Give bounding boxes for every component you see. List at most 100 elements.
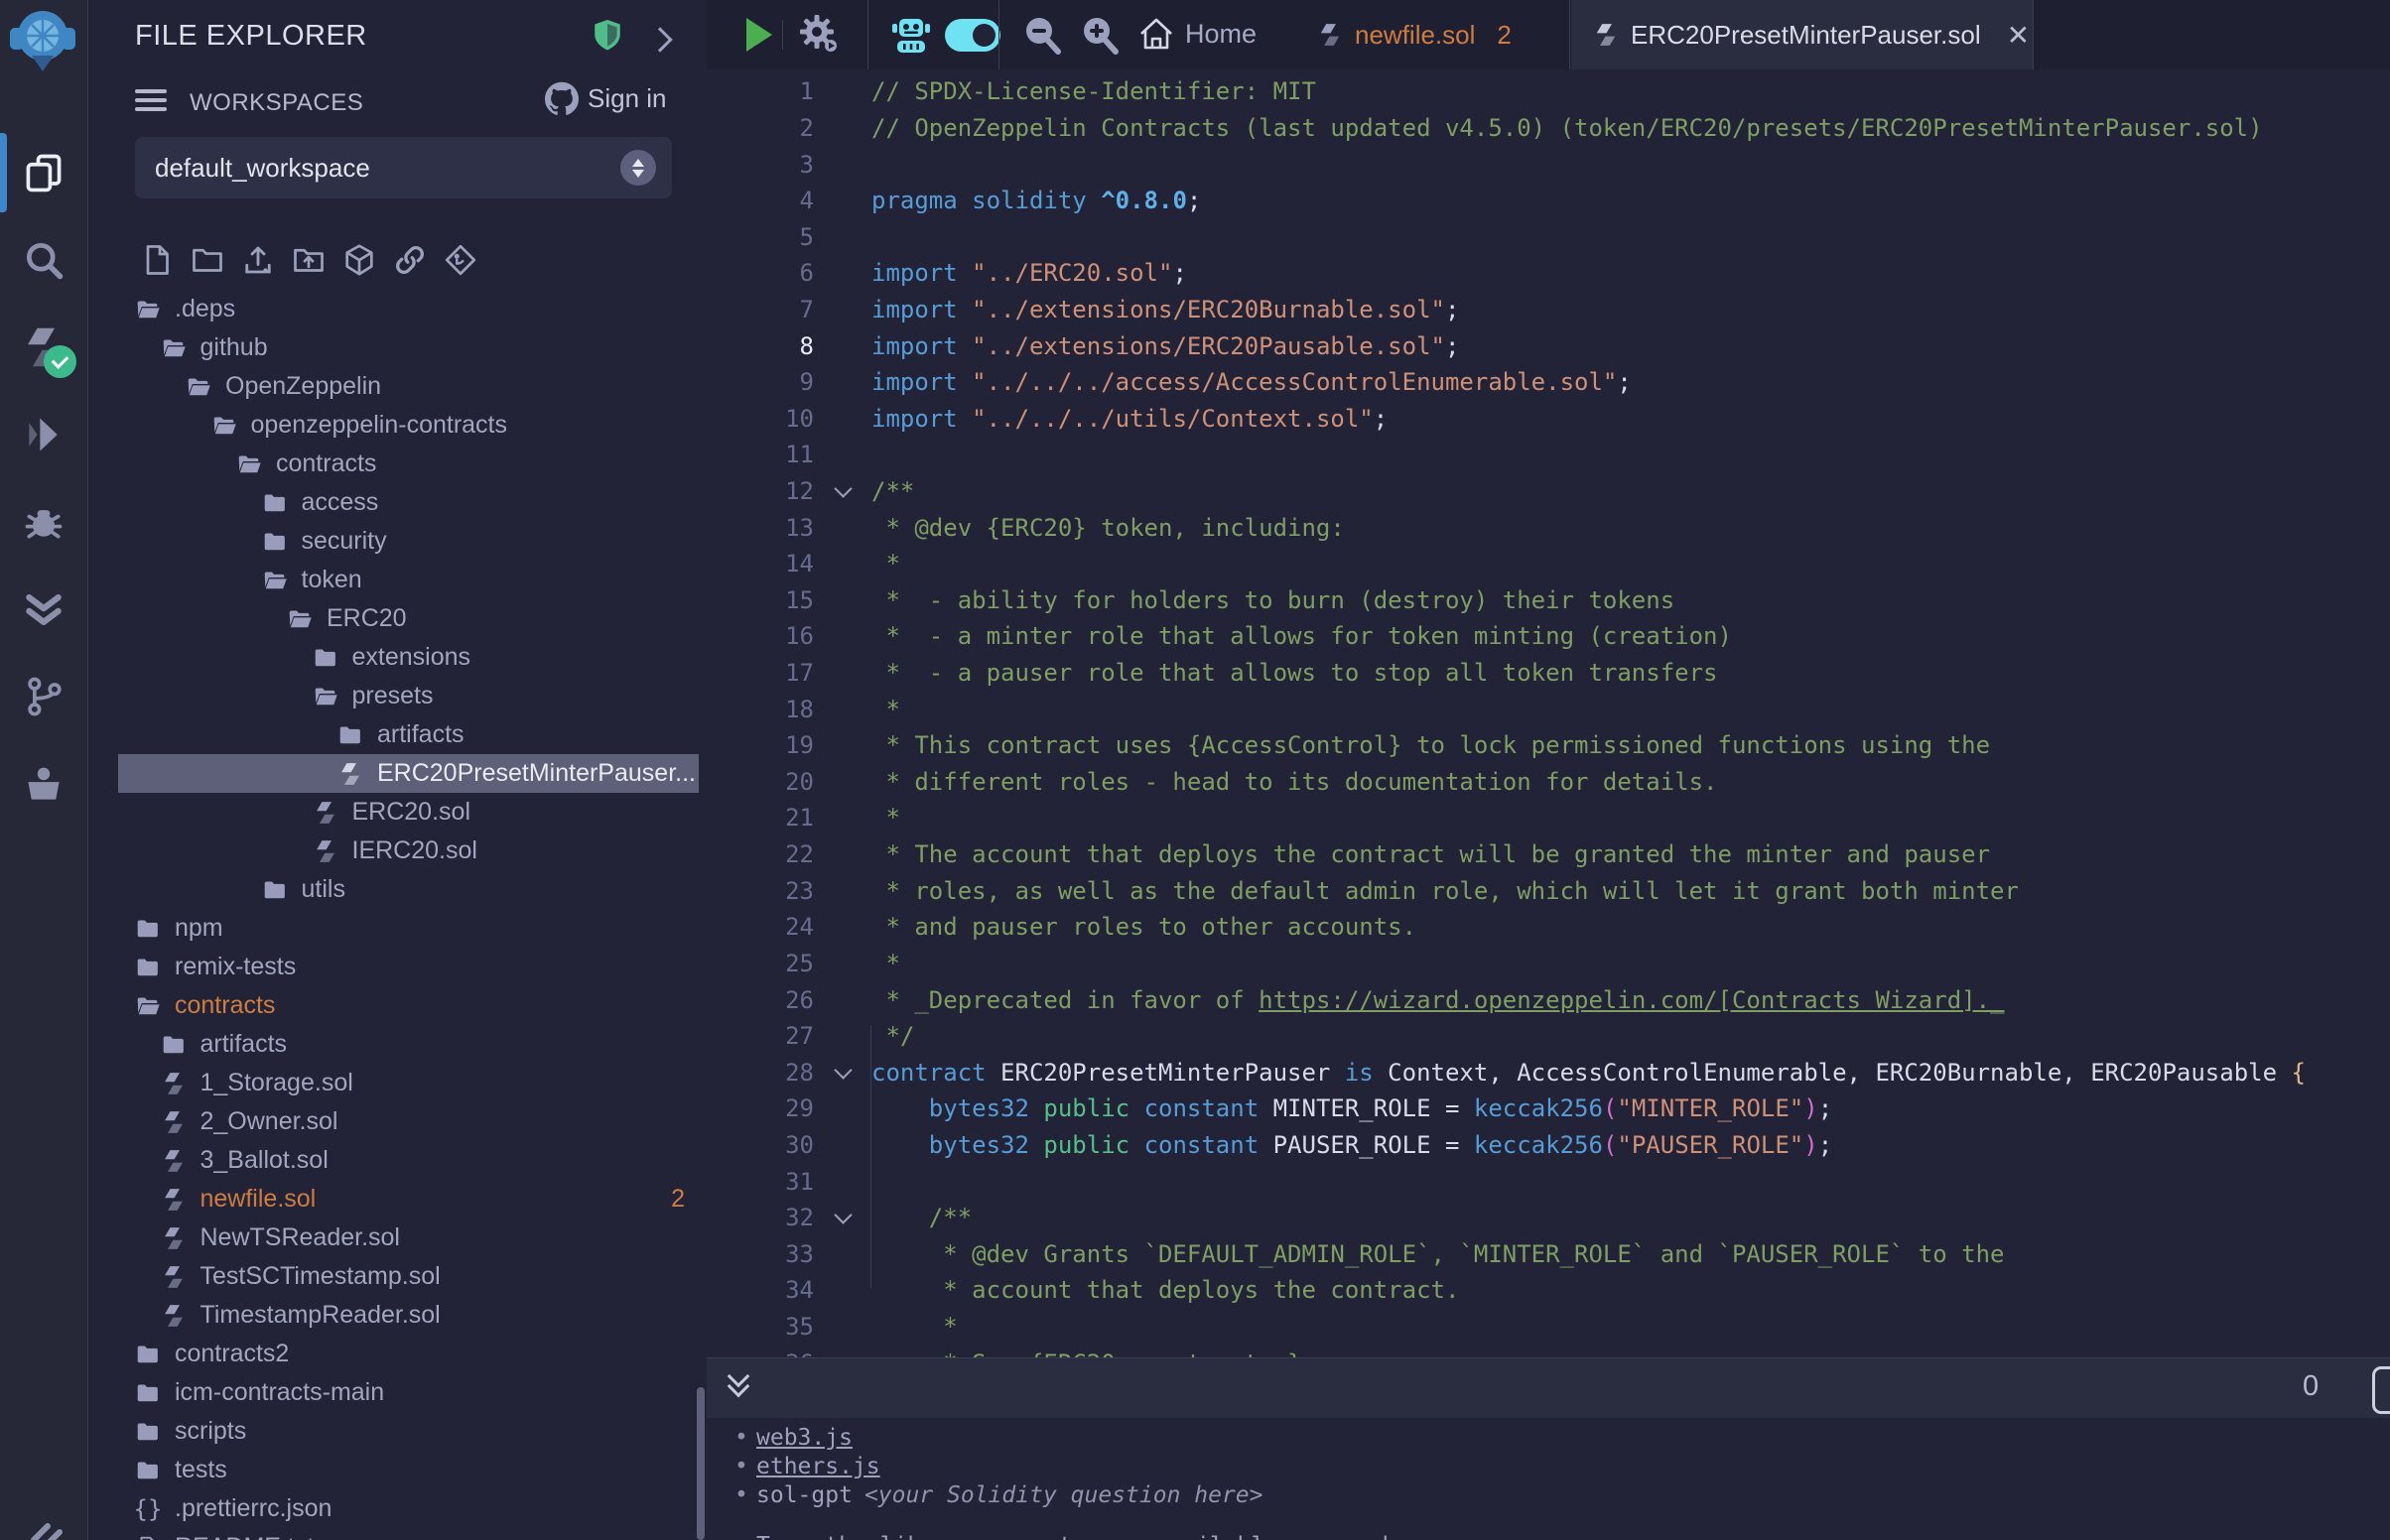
workspace-selector[interactable]: default_workspace bbox=[135, 137, 672, 198]
code-line-22[interactable]: 22 * The account that deploys the contra… bbox=[707, 836, 2390, 873]
tree-folder-security[interactable]: security bbox=[88, 522, 707, 561]
tree-folder-access[interactable]: access bbox=[88, 483, 707, 522]
code-line-35[interactable]: 35 * bbox=[707, 1309, 2390, 1346]
code-line-24[interactable]: 24 * and pauser roles to other accounts. bbox=[707, 909, 2390, 946]
tree-folder-contracts[interactable]: contracts bbox=[88, 986, 707, 1025]
code-line-2[interactable]: 2// OpenZeppelin Contracts (last updated… bbox=[707, 110, 2390, 147]
code-line-33[interactable]: 33 * @dev Grants `DEFAULT_ADMIN_ROLE`, `… bbox=[707, 1236, 2390, 1273]
tree-folder-artifacts[interactable]: artifacts bbox=[88, 1025, 707, 1064]
tree-folder-github[interactable]: github bbox=[88, 328, 707, 367]
code-line-21[interactable]: 21 * bbox=[707, 800, 2390, 836]
code-line-18[interactable]: 18 * bbox=[707, 691, 2390, 727]
terminal-line[interactable]: •web3.js bbox=[734, 1423, 2390, 1452]
tree-file-1-storage-sol[interactable]: 1_Storage.sol bbox=[88, 1064, 707, 1102]
new-file-icon[interactable] bbox=[139, 242, 175, 278]
fold-chevron-icon[interactable] bbox=[814, 487, 871, 495]
close-tab-icon[interactable]: ✕ bbox=[2007, 19, 2030, 52]
new-folder-icon[interactable] bbox=[190, 242, 225, 278]
activity-file-explorer[interactable] bbox=[20, 149, 67, 196]
tree-folder-icm-contracts-main[interactable]: icm-contracts-main bbox=[88, 1373, 707, 1412]
code-line-8[interactable]: 8import "../extensions/ERC20Pausable.sol… bbox=[707, 327, 2390, 364]
fold-chevron-icon[interactable] bbox=[814, 1214, 871, 1221]
tree-folder-contracts2[interactable]: contracts2 bbox=[88, 1335, 707, 1373]
tab-erc20presetminterpauser[interactable]: ERC20PresetMinterPauser.sol ✕ bbox=[1571, 0, 2033, 69]
home-tab-label[interactable]: Home bbox=[1185, 19, 1257, 50]
code-line-34[interactable]: 34 * account that deploys the contract. bbox=[707, 1272, 2390, 1309]
terminal-link-web3-js[interactable]: web3.js bbox=[756, 1425, 853, 1451]
terminal-line[interactable]: •ethers.js bbox=[734, 1452, 2390, 1480]
tree-folder-scripts[interactable]: scripts bbox=[88, 1412, 707, 1451]
tree-folder-presets[interactable]: presets bbox=[88, 677, 707, 715]
code-line-15[interactable]: 15 * - ability for holders to burn (dest… bbox=[707, 582, 2390, 619]
cube-icon[interactable] bbox=[341, 242, 377, 278]
code-line-6[interactable]: 6import "../ERC20.sol"; bbox=[707, 255, 2390, 292]
zoom-in-icon[interactable] bbox=[1078, 13, 1122, 57]
code-line-31[interactable]: 31 bbox=[707, 1163, 2390, 1200]
code-line-25[interactable]: 25 * bbox=[707, 946, 2390, 982]
fold-chevron-icon[interactable] bbox=[814, 1069, 871, 1077]
tree-folder-npm[interactable]: npm bbox=[88, 909, 707, 948]
code-line-4[interactable]: 4pragma solidity ^0.8.0; bbox=[707, 183, 2390, 219]
tree-folder-utils[interactable]: utils bbox=[88, 870, 707, 909]
zoom-out-icon[interactable] bbox=[1020, 13, 1064, 57]
code-line-26[interactable]: 26 * _Deprecated in favor of https://wiz… bbox=[707, 981, 2390, 1018]
tree-folder-erc20[interactable]: ERC20 bbox=[88, 599, 707, 638]
remix-logo-icon[interactable] bbox=[8, 6, 77, 75]
settings-gears-icon[interactable] bbox=[798, 13, 842, 57]
expand-panel-icon[interactable] bbox=[647, 27, 672, 52]
activity-deploy-and-run[interactable] bbox=[20, 411, 67, 458]
code-line-29[interactable]: 29 bytes32 public constant MINTER_ROLE =… bbox=[707, 1091, 2390, 1127]
code-line-11[interactable]: 11 bbox=[707, 437, 2390, 473]
shield-icon[interactable] bbox=[590, 16, 625, 54]
code-line-16[interactable]: 16 * - a minter role that allows for tok… bbox=[707, 618, 2390, 655]
code-editor[interactable]: 1// SPDX-License-Identifier: MIT2// Open… bbox=[707, 69, 2390, 1357]
code-line-7[interactable]: 7import "../extensions/ERC20Burnable.sol… bbox=[707, 292, 2390, 328]
home-icon[interactable] bbox=[1137, 16, 1175, 54]
activity-git[interactable] bbox=[20, 673, 67, 720]
code-line-20[interactable]: 20 * different roles - head to its docum… bbox=[707, 764, 2390, 801]
code-line-27[interactable]: 27 */ bbox=[707, 1018, 2390, 1055]
tree-folder-artifacts[interactable]: artifacts bbox=[88, 715, 707, 754]
ai-robot-icon[interactable] bbox=[887, 11, 935, 59]
tree-file-erc20presetminterpauser-[interactable]: ERC20PresetMinterPauser... bbox=[88, 754, 707, 793]
tree-file-3-ballot-sol[interactable]: 3_Ballot.sol bbox=[88, 1141, 707, 1180]
terminal-header[interactable]: 0 bbox=[707, 1357, 2390, 1418]
run-script-button[interactable] bbox=[746, 18, 772, 52]
code-line-32[interactable]: 32 /** bbox=[707, 1200, 2390, 1236]
terminal-output[interactable]: •web3.js•ethers.js•sol-gpt<your Solidity… bbox=[707, 1417, 2390, 1540]
tree-folder--deps[interactable]: .deps bbox=[88, 290, 707, 328]
tree-folder-contracts[interactable]: contracts bbox=[88, 445, 707, 483]
activity-debugger[interactable] bbox=[20, 498, 67, 546]
link-icon[interactable] bbox=[392, 242, 428, 278]
tree-file-newtsreader-sol[interactable]: NewTSReader.sol bbox=[88, 1219, 707, 1257]
collapse-terminal-icon[interactable] bbox=[730, 1374, 746, 1394]
activity-search[interactable] bbox=[20, 236, 67, 284]
code-line-5[interactable]: 5 bbox=[707, 218, 2390, 255]
tree-file-newfile-sol[interactable]: newfile.sol2 bbox=[88, 1180, 707, 1219]
code-line-30[interactable]: 30 bytes32 public constant PAUSER_ROLE =… bbox=[707, 1127, 2390, 1164]
upload-folder-icon[interactable] bbox=[291, 242, 327, 278]
activity-static-analysis[interactable] bbox=[20, 585, 67, 633]
tree-folder-openzeppelin[interactable]: OpenZeppelin bbox=[88, 367, 707, 406]
tree-folder-token[interactable]: token bbox=[88, 561, 707, 599]
code-line-12[interactable]: 12/** bbox=[707, 473, 2390, 510]
code-line-1[interactable]: 1// SPDX-License-Identifier: MIT bbox=[707, 73, 2390, 110]
terminal-search-box[interactable] bbox=[2372, 1366, 2390, 1414]
tab-newfile[interactable]: newfile.sol 2 bbox=[1317, 0, 1512, 69]
github-sign-in-button[interactable]: Sign in bbox=[545, 81, 667, 115]
copilot-toggle[interactable] bbox=[945, 19, 1000, 52]
tree-file-timestampreader-sol[interactable]: TimestampReader.sol bbox=[88, 1296, 707, 1335]
code-line-3[interactable]: 3 bbox=[707, 146, 2390, 183]
tree-folder-tests[interactable]: tests bbox=[88, 1451, 707, 1489]
workspace-menu-icon[interactable] bbox=[135, 89, 167, 113]
activity-plugin-manager[interactable] bbox=[20, 760, 67, 808]
code-line-10[interactable]: 10import "../../../utils/Context.sol"; bbox=[707, 400, 2390, 437]
code-line-23[interactable]: 23 * roles, as well as the default admin… bbox=[707, 872, 2390, 909]
bottom-plug-icon[interactable] bbox=[26, 1512, 66, 1540]
code-line-36[interactable]: 36 * See {ERC20-constructor}. bbox=[707, 1345, 2390, 1357]
code-line-13[interactable]: 13 * @dev {ERC20} token, including: bbox=[707, 509, 2390, 546]
explorer-scrollbar[interactable] bbox=[697, 1387, 705, 1540]
code-line-19[interactable]: 19 * This contract uses {AccessControl} … bbox=[707, 727, 2390, 764]
upload-file-icon[interactable] bbox=[240, 242, 276, 278]
tree-file--prettierrc-json[interactable]: {}.prettierrc.json bbox=[88, 1489, 707, 1528]
